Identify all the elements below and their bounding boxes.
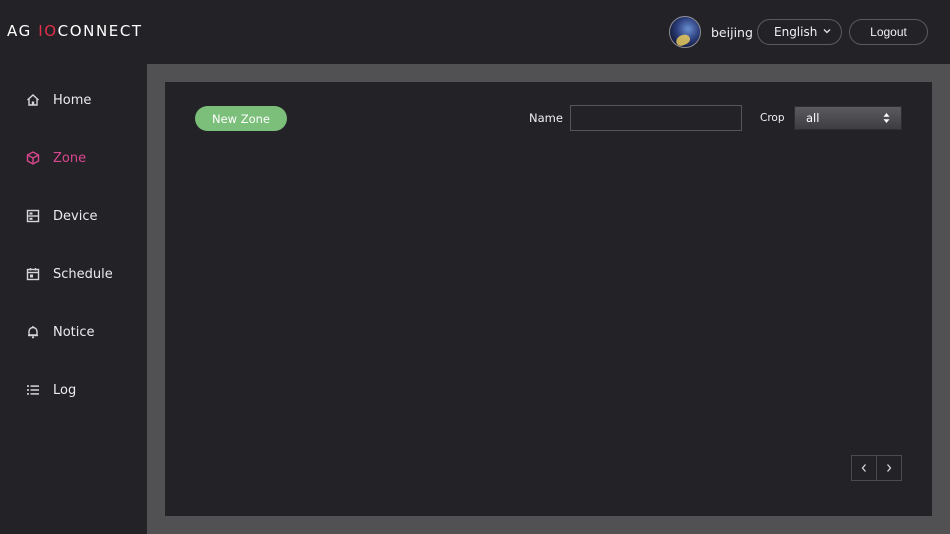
calendar-icon: [26, 267, 40, 281]
sidebar-item-schedule[interactable]: Schedule: [0, 254, 147, 294]
language-value: English: [774, 25, 818, 39]
sidebar-item-notice[interactable]: Notice: [0, 312, 147, 352]
sidebar-item-home[interactable]: Home: [0, 80, 147, 120]
chevron-down-icon: [823, 29, 831, 34]
language-select[interactable]: English: [757, 19, 842, 45]
logo-suffix: CONNECT: [57, 22, 143, 40]
top-bar: AG IOCONNECT beijing English Logout: [0, 0, 950, 64]
sidebar-item-label: Schedule: [53, 266, 113, 282]
home-icon: [26, 93, 40, 107]
sidebar-item-label: Home: [53, 92, 92, 108]
username: beijing: [711, 25, 753, 40]
logo-accent: IO: [38, 22, 58, 40]
logo-prefix: AG: [7, 22, 39, 40]
crop-selected-value: all: [806, 111, 820, 125]
bell-icon: [26, 325, 40, 339]
logout-button[interactable]: Logout: [849, 19, 928, 45]
name-filter-label: Name: [529, 111, 563, 125]
device-icon: [26, 209, 40, 223]
sidebar-item-log[interactable]: Log: [0, 370, 147, 410]
chevron-left-icon: [861, 464, 866, 472]
sidebar-item-device[interactable]: Device: [0, 196, 147, 236]
chevron-right-icon: [887, 464, 892, 472]
list-icon: [26, 383, 40, 397]
crop-select[interactable]: all: [794, 106, 902, 130]
avatar[interactable]: [669, 16, 701, 48]
crop-filter-label: Crop: [760, 112, 785, 124]
sidebar-item-label: Device: [53, 208, 98, 224]
pagination-prev-button[interactable]: [851, 455, 877, 481]
sidebar-item-zone[interactable]: Zone: [0, 138, 147, 178]
name-filter-input[interactable]: [570, 105, 742, 131]
new-zone-button[interactable]: New Zone: [195, 106, 287, 131]
sidebar: Home Zone Device Schedule Notice Log: [0, 64, 147, 534]
cube-icon: [26, 151, 40, 165]
sidebar-item-label: Log: [53, 382, 77, 398]
app-logo: AG IOCONNECT: [7, 22, 143, 42]
sort-arrows-icon: [883, 113, 890, 123]
sidebar-item-label: Zone: [53, 150, 87, 166]
zone-panel: [165, 82, 932, 516]
sidebar-item-label: Notice: [53, 324, 95, 340]
pagination-next-button[interactable]: [876, 455, 902, 481]
